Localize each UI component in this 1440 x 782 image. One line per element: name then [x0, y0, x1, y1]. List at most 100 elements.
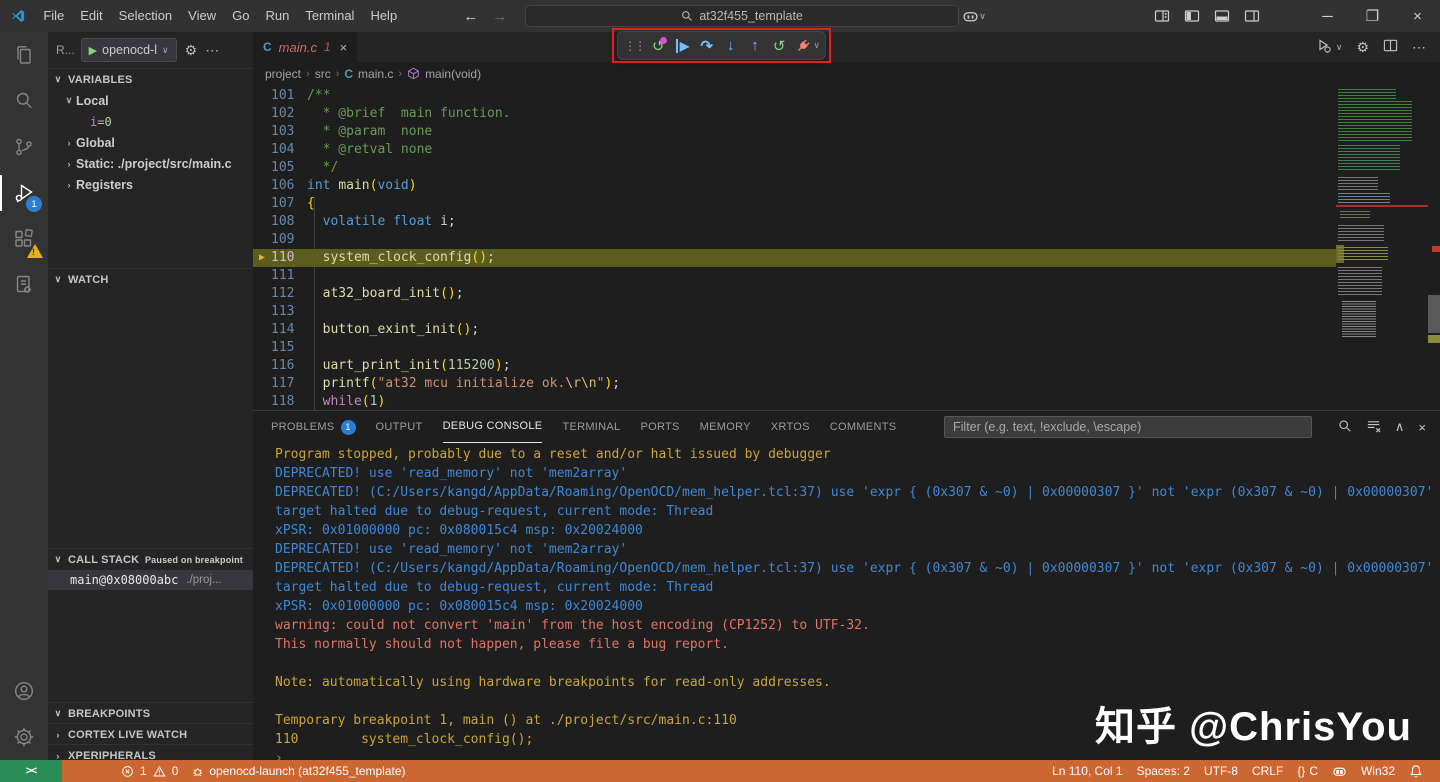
source-control-icon[interactable] — [0, 124, 48, 170]
chevron-down-icon[interactable]: ∨ — [1336, 42, 1343, 53]
cortex-live-watch-header[interactable]: ›CORTEX LIVE WATCH — [48, 723, 253, 745]
tab-close-icon[interactable]: × — [340, 40, 348, 55]
menu-go[interactable]: Go — [224, 0, 257, 32]
copilot-icon[interactable]: ∨ — [959, 0, 989, 32]
current-execution-line[interactable]: ▶110 system_clock_config(); — [253, 249, 1336, 267]
code-line[interactable]: 105 */ — [253, 159, 1336, 177]
code-line[interactable]: 108 volatile float i; — [253, 213, 1336, 231]
gripper-button[interactable]: ⋮⋮ — [623, 34, 645, 58]
account-icon[interactable] — [0, 668, 48, 714]
code-line[interactable]: 102 * @brief main function. — [253, 105, 1336, 123]
panel-tab-xrtos[interactable]: XRTOS — [771, 412, 810, 443]
search-sidebar-icon[interactable] — [0, 78, 48, 124]
cursor-position[interactable]: Ln 110, Col 1 — [1045, 760, 1130, 782]
platform[interactable]: Win32 — [1354, 760, 1402, 782]
run-or-debug-icon[interactable] — [1316, 38, 1332, 57]
reset-button[interactable]: ↺ — [647, 34, 669, 58]
panel-tab-debug-console[interactable]: DEBUG CONSOLE — [443, 412, 543, 443]
call-stack-header[interactable]: ∨CALL STACK Paused on breakpoint — [48, 548, 253, 570]
code-line[interactable]: 117 printf("at32 mcu initialize ok.\r\n"… — [253, 375, 1336, 393]
menu-help[interactable]: Help — [362, 0, 405, 32]
language-mode[interactable]: {} C — [1290, 760, 1325, 782]
breadcrumb-item-project[interactable]: project — [265, 67, 301, 81]
code-line[interactable]: 112 at32_board_init(); — [253, 285, 1336, 303]
command-center-search[interactable]: at32f455_template — [525, 5, 959, 27]
panel-tab-terminal[interactable]: TERMINAL — [562, 412, 620, 443]
menu-view[interactable]: View — [180, 0, 224, 32]
variables-item[interactable]: ›Static: ./project/src/main.c — [48, 153, 253, 174]
menu-edit[interactable]: Edit — [72, 0, 110, 32]
xperipherals-header[interactable]: ›XPERIPHERALS — [48, 744, 253, 760]
toggle-primary-sidebar-icon[interactable] — [1177, 0, 1207, 32]
menu-file[interactable]: File — [35, 0, 72, 32]
code-line[interactable]: 101/** — [253, 87, 1336, 105]
close-button[interactable]: × — [1395, 0, 1440, 32]
code-line[interactable]: 111 — [253, 267, 1336, 285]
explorer-icon[interactable] — [0, 32, 48, 78]
code-line[interactable]: 113 — [253, 303, 1336, 321]
panel-tab-output[interactable]: OUTPUT — [376, 412, 423, 443]
toggle-panel-icon[interactable] — [1207, 0, 1237, 32]
copilot-status-icon[interactable] — [1325, 760, 1354, 782]
split-editor-icon[interactable] — [1383, 38, 1398, 56]
continue-button[interactable]: ▶ — [671, 34, 693, 58]
console-search-icon[interactable] — [1338, 419, 1352, 436]
menu-terminal[interactable]: Terminal — [297, 0, 362, 32]
debug-settings-gear-icon[interactable]: ⚙ — [185, 42, 198, 59]
more-actions-icon[interactable]: ⋯ — [1412, 39, 1426, 56]
restore-button[interactable]: ❐ — [1350, 0, 1395, 32]
panel-tab-memory[interactable]: MEMORY — [700, 412, 751, 443]
panel-tab-ports[interactable]: PORTS — [640, 412, 679, 443]
variables-item[interactable]: ›Global — [48, 132, 253, 153]
panel-tab-problems[interactable]: PROBLEMS1 — [271, 412, 356, 443]
step-into-button[interactable]: ↓ — [720, 34, 742, 58]
variables-item[interactable]: ›Registers — [48, 174, 253, 195]
stack-frame-row[interactable]: main@0x08000abc ./proj... — [48, 570, 253, 590]
encoding[interactable]: UTF-8 — [1197, 760, 1245, 782]
breadcrumb-item-main-void-[interactable]: main(void) — [425, 67, 481, 81]
variables-header[interactable]: ∨VARIABLES — [48, 68, 253, 90]
breadcrumb-item-main-c[interactable]: main.c — [358, 67, 393, 81]
problems-status[interactable]: 1 0 — [114, 760, 185, 782]
settings-gear-icon[interactable] — [0, 714, 48, 760]
overview-ruler[interactable] — [1428, 85, 1440, 410]
step-out-button[interactable]: ↑ — [744, 34, 766, 58]
code-line[interactable]: 115 — [253, 339, 1336, 357]
nav-back-icon[interactable]: ← — [463, 8, 478, 25]
maximize-panel-icon[interactable]: ∧ — [1395, 419, 1405, 435]
minimap[interactable] — [1336, 85, 1428, 410]
editor-settings-gear-icon[interactable]: ⚙ — [1356, 39, 1369, 56]
code-line[interactable]: 103 * @param none — [253, 123, 1336, 141]
device-config-icon[interactable] — [0, 262, 48, 308]
menu-selection[interactable]: Selection — [111, 0, 180, 32]
code-editor[interactable]: 101/**102 * @brief main function.103 * @… — [253, 85, 1440, 410]
breakpoints-header[interactable]: ∨BREAKPOINTS — [48, 702, 253, 724]
disconnect-button[interactable] — [792, 34, 814, 58]
variables-item[interactable]: i = 0 — [48, 111, 253, 132]
extensions-icon[interactable]: ! — [0, 216, 48, 262]
minimize-button[interactable]: ─ — [1305, 0, 1350, 32]
variables-item[interactable]: ∨Local — [48, 90, 253, 111]
code-line[interactable]: 106int main(void) — [253, 177, 1336, 195]
notifications-bell-icon[interactable] — [1402, 760, 1430, 782]
code-line[interactable]: 116 uart_print_init(115200); — [253, 357, 1336, 375]
toggle-secondary-sidebar-icon[interactable] — [1237, 0, 1267, 32]
remote-indicator[interactable]: >< — [0, 760, 62, 782]
run-and-debug-icon[interactable]: 1 — [0, 170, 48, 216]
step-over-button[interactable]: ↷ — [696, 34, 718, 58]
menu-run[interactable]: Run — [257, 0, 297, 32]
code-line[interactable]: 114 button_exint_init(); — [253, 321, 1336, 339]
code-line[interactable]: 118 while(1) — [253, 393, 1336, 410]
more-actions-icon[interactable]: ⋯ — [205, 42, 219, 59]
code-line[interactable]: 104 * @retval none — [253, 141, 1336, 159]
watch-header[interactable]: ∨WATCH — [48, 268, 253, 290]
breadcrumb-item-src[interactable]: src — [315, 67, 331, 81]
close-panel-icon[interactable]: × — [1418, 420, 1426, 435]
panel-tab-comments[interactable]: COMMENTS — [830, 412, 897, 443]
code-line[interactable]: 107{ — [253, 195, 1336, 213]
breadcrumb[interactable]: project›src›Cmain.c›main(void) — [253, 62, 1440, 85]
eol-sequence[interactable]: CRLF — [1245, 760, 1290, 782]
start-debug-icon[interactable]: ▶ — [89, 44, 97, 57]
launch-config-dropdown[interactable]: ▶ openocd-l ∨ — [81, 38, 177, 62]
tab-main-c[interactable]: C main.c 1 × — [253, 32, 358, 62]
